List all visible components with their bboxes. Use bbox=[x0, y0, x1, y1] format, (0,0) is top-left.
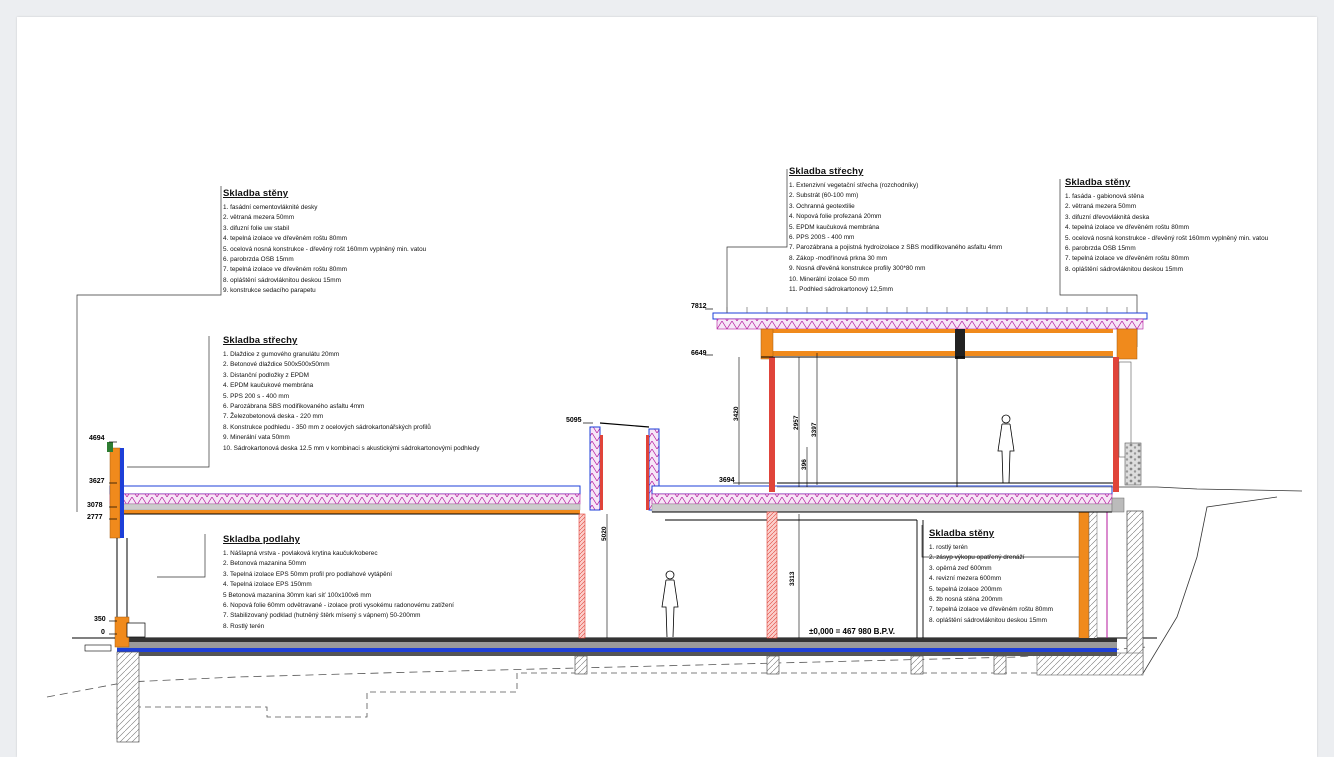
legend-item: 6. Nopová folie 60mm odvětravané - izola… bbox=[223, 602, 454, 610]
ground-floor-slab bbox=[117, 638, 1117, 656]
legend-item: 6. PPS 200S - 400 mm bbox=[789, 234, 855, 242]
upper-floor bbox=[712, 312, 1148, 492]
level-3694: 3694 bbox=[719, 477, 735, 484]
legend-item: 2. Betonová mazanina 50mm bbox=[223, 560, 307, 568]
legend-items: 1. Extenzivní vegetační střecha (rozchod… bbox=[789, 181, 1002, 295]
legend-item: 8. Konstrukce podhledu - 350 mm z ocelov… bbox=[223, 423, 431, 431]
section-drawing bbox=[46, 169, 1303, 743]
legend-item: 8. Rostlý terén bbox=[223, 622, 265, 630]
legend-title: Skladba podlahy bbox=[223, 534, 300, 545]
legend-item: 1. fasáda - gabionová stěna bbox=[1065, 193, 1144, 200]
legend-roof-left: Skladba střechy 1. Dlaždice z gumového g… bbox=[223, 335, 479, 454]
legend-wall-basement: Skladba stěny 1. rostlý terén 2. zásyp vý… bbox=[929, 528, 1053, 626]
legend-item: 9. Nosná dřevěná konstrukce profily 300*… bbox=[789, 265, 926, 273]
legend-item: 4. revizní mezera 600mm bbox=[929, 575, 1002, 583]
legend-item: 6. žb nosná stěna 200mm bbox=[929, 596, 1003, 604]
legend-item: 4. tepelná izolace ve dřevěném roštu 80m… bbox=[1065, 224, 1189, 232]
legend-floor: Skladba podlahy 1. Nášlapná vrstva - pov… bbox=[223, 534, 454, 632]
level-4694: 4694 bbox=[89, 435, 105, 442]
legend-items: 1. Nášlapná vrstva - povlaková krytina k… bbox=[223, 549, 454, 632]
legend-item: 7. tepelná izolace ve dřevěném roštu 80m… bbox=[1065, 255, 1189, 263]
datum-label: ±0,000 = 467 980 B.P.V. bbox=[809, 627, 896, 636]
legend-item: 5. ocelová nosná konstrukce - dřevěný ro… bbox=[223, 245, 427, 253]
legend-item: 3. Ochranná geotextilie bbox=[789, 202, 855, 210]
legend-item: 1. Nášlapná vrstva - povlaková krytina k… bbox=[223, 550, 378, 557]
legend-items: 1. rostlý terén 2. zásyp výkopu opatřený … bbox=[929, 543, 1053, 626]
legend-item: 8. opláštění sádrovláknitou deskou 15mm bbox=[223, 276, 341, 284]
level-3627: 3627 bbox=[89, 478, 105, 485]
drawing-sheet: Skladba stěny 1. fasádní cementovláknité… bbox=[17, 17, 1317, 757]
legend-item: 5. EPDM kaučuková membrána bbox=[789, 223, 880, 231]
legend-item: 6. Parozábrana SBS modifikovaného asfalt… bbox=[223, 403, 365, 411]
legend-item: 5 Betonová mazanina 30mm kari síť 100x10… bbox=[223, 591, 372, 599]
level-3078: 3078 bbox=[87, 502, 103, 509]
legend-item: 6. parobrzda OSB 15mm bbox=[1065, 245, 1136, 253]
legend-item: 4. tepelná izolace ve dřevěném roštu 80m… bbox=[223, 235, 347, 243]
level-2777: 2777 bbox=[87, 514, 103, 521]
legend-items: 1. fasáda - gabionová stěna 2. větraná me… bbox=[1065, 192, 1268, 275]
legend-title: Skladba stěny bbox=[1065, 177, 1131, 188]
level-6649: 6649 bbox=[691, 350, 707, 357]
legend-item: 4. Nopová folie profezaná 20mm bbox=[789, 213, 882, 221]
legend-item: 5. tepelná izolace 200mm bbox=[929, 585, 1002, 593]
legend-item: 3. Distanční podložky z EPDM bbox=[223, 371, 309, 379]
legend-title: Skladba střechy bbox=[789, 166, 864, 177]
legend-item: 9. Minerální vata 50mm bbox=[223, 434, 290, 442]
legend-wall-left: Skladba stěny 1. fasádní cementovláknité… bbox=[223, 188, 426, 297]
legend-item: 5. ocelová nosná konstrukce - dřevěný ro… bbox=[1065, 234, 1269, 242]
level-5095: 5095 bbox=[566, 417, 582, 424]
legend-item: 4. Tepelná izolace EPS 150mm bbox=[223, 581, 312, 589]
legend-items: 1. fasádní cementovláknité desky 2. větra… bbox=[223, 203, 426, 297]
legend-item: 3. opěrná zeď 600mm bbox=[929, 564, 992, 572]
middle-roof bbox=[651, 485, 1125, 513]
legend-item: 2. větraná mezera 50mm bbox=[1065, 203, 1137, 211]
legend-item: 2. větraná mezera 50mm bbox=[223, 214, 295, 222]
legend-item: 9. konstrukce sedacího parapetu bbox=[223, 287, 316, 295]
legend-item: 1. rostlý terén bbox=[929, 544, 968, 551]
dim-396: 396 bbox=[801, 459, 808, 470]
dim-5020: 5020 bbox=[601, 526, 608, 541]
dim-3420: 3420 bbox=[733, 406, 740, 421]
legend-item: 6. parobrzda OSB 15mm bbox=[223, 256, 294, 264]
legend-item: 2. Substrát (60-100 mm) bbox=[789, 192, 859, 200]
legend-wall-right: Skladba stěny 1. fasáda - gabionová stěn… bbox=[1065, 177, 1268, 275]
legend-item: 10. Sádrokartonová deska 12.5 mm v kombi… bbox=[223, 444, 480, 452]
legend-item: 3. Tepelná izolace EPS 50mm profil pro p… bbox=[223, 570, 392, 578]
legend-item: 7. Parozábrana a pojistná hydroizolace z… bbox=[789, 244, 1003, 252]
legend-item: 2. Betonové dlaždice 500x500x50mm bbox=[223, 361, 330, 369]
level-350: 350 bbox=[94, 616, 106, 623]
level-7812: 7812 bbox=[691, 303, 707, 310]
legend-roof-right: Skladba střechy 1. Extenzivní vegetační … bbox=[789, 166, 1002, 295]
legend-item: 4. EPDM kaučukové membrána bbox=[223, 382, 314, 390]
dim-3313: 3313 bbox=[789, 571, 796, 586]
legend-item: 2. zásyp výkopu opatřený drenáží bbox=[929, 554, 1025, 562]
legend-item: 1. Extenzivní vegetační střecha (rozchod… bbox=[789, 182, 919, 189]
legend-item: 8. opláštění sádrovláknitou deskou 15mm bbox=[929, 616, 1047, 624]
legend-item: 7. Železobetonová deska - 220 mm bbox=[223, 413, 324, 421]
legend-title: Skladba střechy bbox=[223, 335, 298, 346]
legend-item: 7. tepelná izolace ve dřevěném roštu 80m… bbox=[223, 266, 347, 274]
legend-item: 8. opláštění sádrovláknitou deskou 15mm bbox=[1065, 265, 1183, 273]
legend-items: 1. Dlaždice z gumového granulátu 20mm 2. … bbox=[223, 350, 479, 454]
legend-item: 1. Dlaždice z gumového granulátu 20mm bbox=[223, 351, 340, 358]
dim-2957: 2957 bbox=[793, 415, 800, 430]
atrium-block bbox=[578, 422, 660, 639]
legend-item: 7. Stabilizovaný podklad (hutněný štěrk … bbox=[223, 612, 421, 620]
legend-item: 7. tepelná izolace ve dřevěném roštu 80m… bbox=[929, 606, 1053, 614]
foundations bbox=[116, 651, 1007, 743]
level-0: 0 bbox=[101, 629, 105, 636]
legend-item: 1. fasádní cementovláknité desky bbox=[223, 204, 318, 211]
legend-title: Skladba stěny bbox=[223, 188, 289, 199]
legend-item: 5. PPS 200 s - 400 mm bbox=[223, 392, 290, 400]
green-roof-plants bbox=[726, 307, 1128, 313]
legend-item: 10. Minerální izolace 50 mm bbox=[789, 275, 869, 283]
legend-item: 3. difuzní folie uw stabil bbox=[223, 224, 290, 232]
legend-item: 11. Podhled sádrokartonový 12,5mm bbox=[789, 286, 893, 294]
dim-3397: 3397 bbox=[811, 422, 818, 437]
legend-item: 8. Zákop -modřínová prkna 30 mm bbox=[789, 254, 888, 262]
legend-title: Skladba stěny bbox=[929, 528, 995, 539]
legend-item: 3. difuzní dřevovláknitá deska bbox=[1065, 213, 1150, 221]
